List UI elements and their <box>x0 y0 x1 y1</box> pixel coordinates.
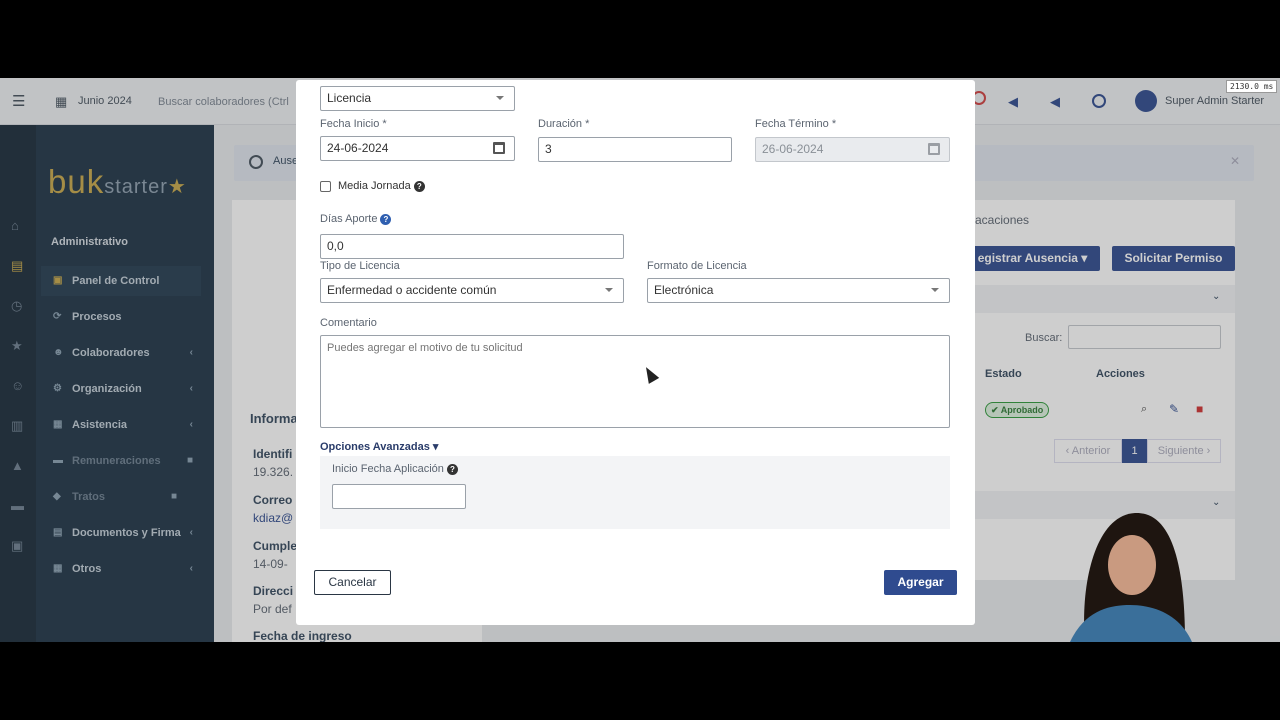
timing-readout: 2130.0 ms <box>1226 80 1278 93</box>
advanced-options-toggle[interactable]: Opciones Avanzadas ▾ <box>320 440 438 453</box>
apply-date-input[interactable] <box>332 484 466 509</box>
presenter-face <box>1108 535 1156 595</box>
comment-label: Comentario <box>320 317 377 329</box>
start-date-label: Fecha Inicio * <box>320 118 387 130</box>
advanced-options-panel: Inicio Fecha Aplicación? <box>320 456 950 529</box>
apply-date-label: Inicio Fecha Aplicación? <box>332 463 458 475</box>
add-button[interactable]: Agregar <box>884 570 957 595</box>
help-icon[interactable]: ? <box>380 213 392 225</box>
half-day-label: Media Jornada? <box>338 180 425 192</box>
calendar-icon[interactable] <box>493 142 505 154</box>
chevron-down-icon <box>496 96 504 100</box>
duration-input[interactable]: 3 <box>538 137 732 162</box>
help-icon[interactable]: ? <box>413 180 425 192</box>
absence-type-select[interactable]: Licencia <box>320 86 515 111</box>
webcam-overlay <box>1070 512 1192 642</box>
license-type-select[interactable]: Enfermedad o accidente común <box>320 278 624 303</box>
chevron-down-icon <box>605 288 613 292</box>
contribution-days-label: Días Aporte? <box>320 213 392 225</box>
cancel-button[interactable]: Cancelar <box>314 570 391 595</box>
end-date-input: 26-06-2024 <box>755 137 950 162</box>
contribution-days-input[interactable]: 0,0 <box>320 234 624 259</box>
license-format-select[interactable]: Electrónica <box>647 278 950 303</box>
start-date-input[interactable]: 24-06-2024 <box>320 136 515 161</box>
chevron-down-icon <box>931 288 939 292</box>
half-day-checkbox[interactable] <box>320 181 331 192</box>
duration-label: Duración * <box>538 118 590 130</box>
end-date-label: Fecha Término * <box>755 118 837 130</box>
comment-textarea[interactable] <box>320 335 950 428</box>
absence-modal: Licencia Fecha Inicio * 24-06-2024 Durac… <box>296 80 975 625</box>
calendar-icon <box>928 143 940 155</box>
help-icon[interactable]: ? <box>446 463 458 475</box>
license-format-label: Formato de Licencia <box>647 260 747 272</box>
license-type-label: Tipo de Licencia <box>320 260 400 272</box>
